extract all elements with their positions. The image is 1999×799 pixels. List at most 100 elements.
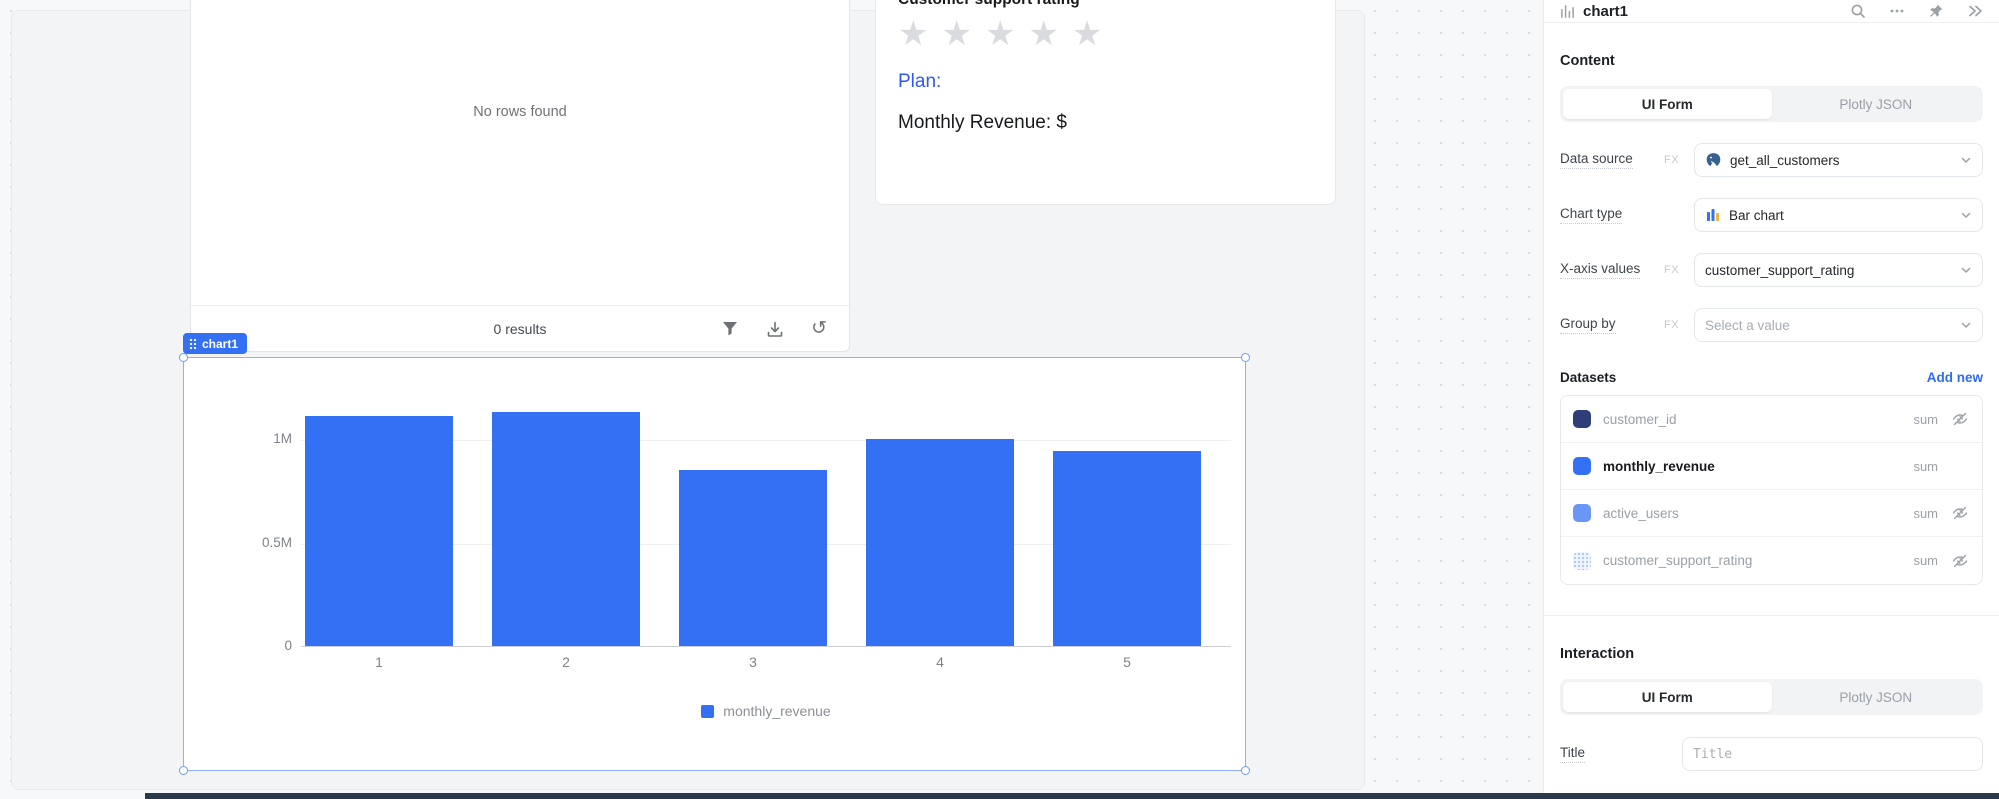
- eye-slash-icon[interactable]: [1950, 552, 1970, 570]
- chart-type-row: Chart type Bar chart: [1560, 198, 1983, 232]
- bar-5[interactable]: [1053, 451, 1201, 646]
- tab-plotly-json[interactable]: Plotly JSON: [1772, 89, 1981, 119]
- title-label: Title: [1560, 745, 1586, 763]
- postgres-icon: [1706, 152, 1721, 166]
- more-options-icon[interactable]: [1889, 3, 1905, 19]
- refresh-icon[interactable]: ↺: [811, 319, 827, 338]
- download-icon[interactable]: [766, 320, 784, 338]
- pin-icon[interactable]: [1928, 3, 1944, 19]
- inspector-header-actions: [1850, 3, 1983, 19]
- stats-card-title: Customer support rating: [898, 0, 1313, 9]
- dataset-color-swatch[interactable]: [1573, 551, 1591, 570]
- data-source-select[interactable]: get_all_customers: [1694, 143, 1983, 177]
- legend-swatch: [701, 704, 715, 718]
- fx-badge[interactable]: FX: [1664, 154, 1694, 166]
- dataset-row-monthly_revenue[interactable]: monthly_revenue sum: [1561, 443, 1982, 490]
- dataset-color-swatch[interactable]: [1573, 457, 1591, 475]
- dataset-aggregation[interactable]: sum: [1913, 553, 1938, 568]
- filter-icon[interactable]: [721, 320, 739, 338]
- datasets-header: Datasets Add new: [1560, 370, 1983, 385]
- dataset-name: customer_id: [1603, 411, 1677, 427]
- chart1-widget-chip[interactable]: chart1: [183, 333, 248, 354]
- title-row: Title: [1560, 737, 1983, 771]
- table-footer: 0 results ↺: [191, 305, 849, 351]
- group-by-label: Group by: [1560, 316, 1616, 334]
- interaction-mode-tabs: UI Form Plotly JSON: [1560, 679, 1983, 715]
- title-input[interactable]: [1682, 737, 1983, 771]
- chevron-down-icon: [1961, 157, 1971, 164]
- dataset-row-active_users[interactable]: active_users sum: [1561, 490, 1982, 537]
- bar-3[interactable]: [679, 470, 827, 646]
- dataset-aggregation[interactable]: sum: [1913, 506, 1938, 521]
- x-tick-label: 3: [749, 654, 757, 670]
- content-section-title: Content: [1560, 53, 1615, 69]
- tab-ui-form[interactable]: UI Form: [1563, 89, 1772, 119]
- collapse-panel-icon[interactable]: [1967, 3, 1983, 19]
- star-rating[interactable]: ★★★★★: [898, 15, 1313, 53]
- add-new-dataset-button[interactable]: Add new: [1927, 370, 1983, 385]
- dataset-color-swatch[interactable]: [1573, 504, 1591, 522]
- group-by-row: Group by FX Select a value: [1560, 308, 1983, 342]
- x-tick-label: 4: [936, 654, 944, 670]
- dataset-row-customer_support_rating[interactable]: customer_support_rating sum: [1561, 537, 1982, 584]
- fx-badge[interactable]: FX: [1664, 264, 1694, 276]
- monthly-revenue-label: Monthly Revenue: $: [898, 112, 1067, 133]
- chevron-down-icon: [1961, 267, 1971, 274]
- content-mode-tabs: UI Form Plotly JSON: [1560, 86, 1983, 122]
- dataset-name: customer_support_rating: [1603, 553, 1753, 568]
- resize-handle-top-right[interactable]: [1241, 353, 1250, 362]
- chart-widget-icon: [1561, 4, 1574, 18]
- y-tick-label: 0: [284, 638, 292, 653]
- table-empty-state: No rows found: [473, 104, 567, 120]
- chip-label: chart1: [202, 336, 239, 351]
- x-axis-values-row: X-axis values FX customer_support_rating: [1560, 253, 1983, 287]
- chart-legend[interactable]: monthly_revenue: [301, 703, 1231, 719]
- chart-type-label: Chart type: [1560, 206, 1623, 224]
- legend-label: monthly_revenue: [723, 703, 831, 719]
- eye-slash-icon[interactable]: [1950, 504, 1970, 522]
- chart1-component-selected[interactable]: 0 0.5M 1M 1 2 3 4 5 monthly_revenue: [179, 353, 1250, 775]
- drag-handle-icon[interactable]: [189, 337, 197, 350]
- data-source-row: Data source FX get_all_customers: [1560, 143, 1983, 177]
- inspector-header: chart1: [1544, 0, 1999, 23]
- resize-handle-bottom-left[interactable]: [179, 766, 188, 775]
- y-tick-label: 0.5M: [261, 534, 292, 550]
- y-tick-label: 1M: [273, 431, 292, 446]
- dataset-name: active_users: [1603, 505, 1679, 521]
- bar-1[interactable]: [305, 416, 453, 646]
- table-footer-actions: ↺: [721, 319, 827, 338]
- inspector-title: chart1: [1583, 2, 1629, 20]
- fx-badge[interactable]: FX: [1664, 319, 1694, 331]
- dataset-color-swatch[interactable]: [1573, 410, 1591, 428]
- data-source-label: Data source: [1560, 151, 1633, 169]
- eye-icon-slot: [1950, 457, 1970, 475]
- dataset-row-customer_id[interactable]: customer_id sum: [1561, 396, 1982, 443]
- chart-type-value: Bar chart: [1729, 207, 1784, 223]
- resize-handle-top-left[interactable]: [179, 353, 188, 362]
- x-tick-label: 5: [1123, 654, 1131, 670]
- dataset-aggregation[interactable]: sum: [1913, 459, 1938, 474]
- bar-2[interactable]: [492, 412, 640, 646]
- tab-ui-form[interactable]: UI Form: [1563, 682, 1772, 712]
- inspector-body: Content UI Form Plotly JSON Data source …: [1544, 53, 1999, 799]
- x-axis-values-label: X-axis values: [1560, 261, 1641, 279]
- x-tick-label: 1: [375, 654, 383, 670]
- group-by-select[interactable]: Select a value: [1694, 308, 1983, 342]
- interaction-section-title: Interaction: [1560, 646, 1635, 662]
- dataset-aggregation[interactable]: sum: [1913, 412, 1938, 427]
- x-axis-values-value: customer_support_rating: [1705, 262, 1855, 278]
- dataset-name: monthly_revenue: [1603, 458, 1715, 474]
- eye-slash-icon[interactable]: [1950, 410, 1970, 428]
- resize-handle-bottom-right[interactable]: [1241, 766, 1250, 775]
- bottom-panel-edge[interactable]: [145, 793, 1999, 799]
- table-component[interactable]: No rows found 0 results ↺: [190, 0, 850, 352]
- x-axis-values-select[interactable]: customer_support_rating: [1694, 253, 1983, 287]
- datasets-list: customer_id sum monthly_revenue sum active_u…: [1560, 395, 1983, 585]
- bar-4[interactable]: [866, 439, 1014, 646]
- inspector-panel: chart1 Content UI Form Plotly JSON Data …: [1543, 0, 1999, 799]
- stats-card-component[interactable]: Customer support rating ★★★★★ Plan: Mont…: [875, 0, 1336, 205]
- search-icon[interactable]: [1850, 3, 1866, 19]
- chart-type-select[interactable]: Bar chart: [1694, 198, 1983, 232]
- tab-plotly-json[interactable]: Plotly JSON: [1772, 682, 1981, 712]
- chevron-down-icon: [1961, 212, 1971, 219]
